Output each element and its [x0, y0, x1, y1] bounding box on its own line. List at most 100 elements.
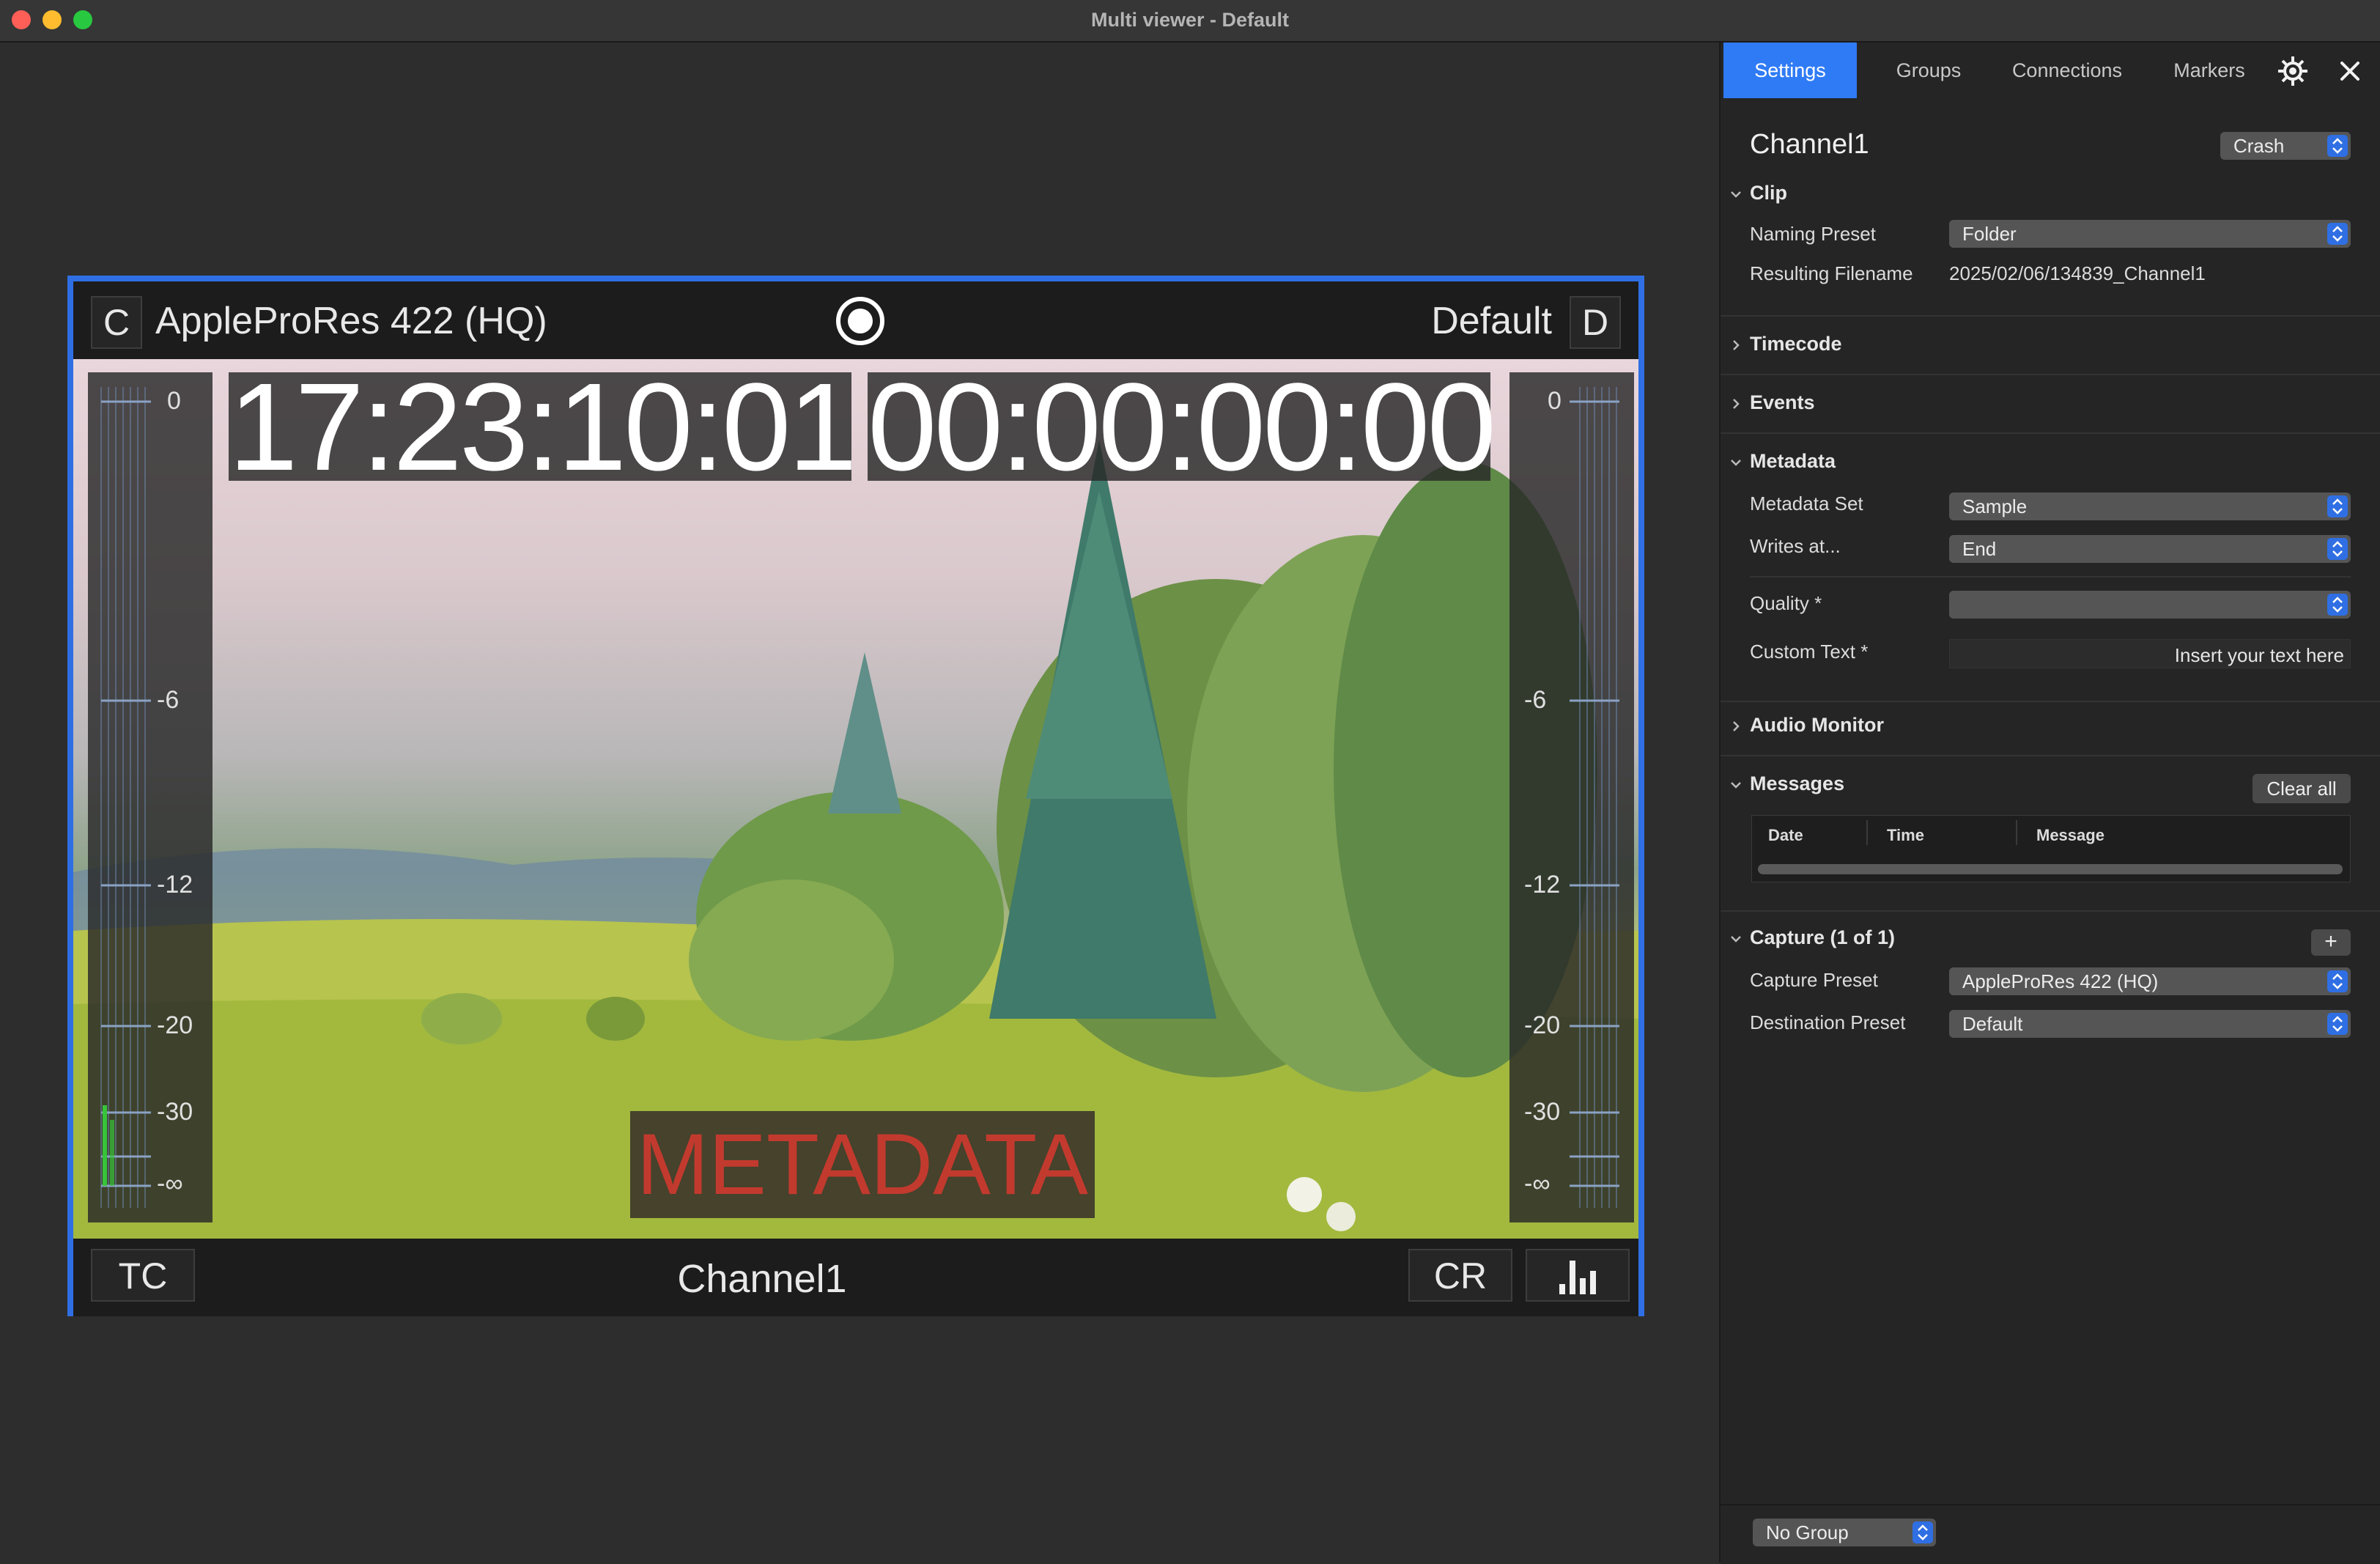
- gear-icon[interactable]: [2276, 54, 2310, 88]
- naming-preset-select[interactable]: Folder: [1949, 220, 2351, 248]
- naming-preset-value: Folder: [1962, 223, 2017, 245]
- meter-tick-label: -20: [1524, 1011, 1561, 1039]
- select-arrows-icon: [2327, 135, 2348, 157]
- custom-text-value: Insert your text here: [2174, 644, 2344, 666]
- audio-meter-button[interactable]: [1526, 1249, 1630, 1302]
- window-title: Multi viewer - Default: [1090, 9, 1290, 31]
- panel-tabs: Settings Groups Connections Markers: [1721, 43, 2380, 98]
- meter-tick-label: 0: [167, 387, 181, 415]
- tab-groups[interactable]: Groups: [1867, 43, 1990, 98]
- chevron-down-icon[interactable]: [1728, 454, 1744, 471]
- chevron-down-icon[interactable]: [1728, 186, 1744, 202]
- section-audio-monitor[interactable]: Audio Monitor: [1750, 714, 1884, 737]
- column-header-message[interactable]: Message: [2036, 826, 2104, 845]
- chevron-down-icon[interactable]: [1728, 931, 1744, 947]
- destination-name: Default: [1431, 300, 1552, 342]
- section-capture[interactable]: Capture (1 of 1): [1750, 926, 1895, 949]
- tab-connections[interactable]: Connections: [1990, 43, 2144, 98]
- writes-at-label: Writes at...: [1750, 535, 1841, 557]
- meter-tick-label: -30: [1524, 1098, 1561, 1126]
- resulting-filename-value: 2025/02/06/134839_Channel1: [1949, 262, 2206, 284]
- meter-tick-label: -30: [157, 1098, 193, 1126]
- metadata-overlay: METADATA: [630, 1111, 1095, 1218]
- meter-tick-label: -6: [157, 686, 180, 714]
- meter-tick-label: -12: [157, 871, 193, 899]
- section-events[interactable]: Events: [1750, 391, 1815, 414]
- audio-level-bar-left: [103, 1105, 107, 1186]
- destination-preset-value: Default: [1962, 1013, 2023, 1035]
- meter-tick-label: -20: [157, 1011, 193, 1039]
- bar-chart-icon: [1559, 1261, 1596, 1294]
- cr-button[interactable]: CR: [1408, 1249, 1512, 1302]
- divider: [1721, 432, 2380, 434]
- codec-indicator[interactable]: C: [91, 296, 142, 349]
- chevron-down-icon[interactable]: [1728, 777, 1744, 793]
- tab-markers[interactable]: Markers: [2144, 43, 2274, 98]
- monitor-header: C AppleProRes 422 (HQ) Default D: [73, 281, 1638, 359]
- timecode-display: 17:23:10:01: [229, 359, 857, 497]
- group-select-value: No Group: [1766, 1521, 1849, 1543]
- chevron-right-icon[interactable]: [1728, 396, 1744, 412]
- destination-preset-label: Destination Preset: [1750, 1011, 1906, 1033]
- select-arrows-icon: [2327, 594, 2348, 616]
- record-icon[interactable]: [834, 295, 887, 347]
- divider: [1721, 374, 2380, 375]
- clear-all-button[interactable]: Clear all: [2252, 774, 2351, 803]
- meter-tick-label: -12: [1524, 871, 1561, 899]
- metadata-set-select[interactable]: Sample: [1949, 493, 2351, 520]
- capture-preset-select[interactable]: AppleProRes 422 (HQ): [1949, 967, 2351, 995]
- meter-tick-label: 0: [1548, 387, 1562, 415]
- metadata-set-label: Metadata Set: [1750, 493, 1863, 514]
- tab-settings[interactable]: Settings: [1723, 43, 1857, 98]
- divider: [1721, 701, 2380, 702]
- select-arrows-icon: [2327, 970, 2348, 992]
- capture-preset-value: AppleProRes 422 (HQ): [1962, 970, 2159, 992]
- channel-name: Channel1: [677, 1257, 847, 1301]
- meter-scale-left: [100, 387, 151, 1208]
- custom-text-input[interactable]: Insert your text here: [1949, 639, 2351, 668]
- meter-tick-label: -∞: [157, 1170, 183, 1198]
- writes-at-value: End: [1962, 538, 1997, 560]
- messages-table[interactable]: Date Time Message: [1751, 815, 2351, 882]
- add-capture-button[interactable]: +: [2311, 929, 2351, 956]
- meter-tick-label: -∞: [1524, 1170, 1551, 1198]
- channel-monitor[interactable]: C AppleProRes 422 (HQ) Default D 0 -6 -1…: [67, 276, 1644, 1316]
- panel-footer: No Group: [1721, 1504, 2380, 1564]
- section-timecode[interactable]: Timecode: [1750, 333, 1842, 355]
- horizontal-scrollbar[interactable]: [1758, 864, 2343, 874]
- select-arrows-icon: [2327, 495, 2348, 517]
- group-select[interactable]: No Group: [1753, 1519, 1936, 1546]
- capture-preset-label: Capture Preset: [1750, 969, 1878, 991]
- select-arrows-icon: [2327, 538, 2348, 560]
- custom-text-label: Custom Text *: [1750, 641, 1869, 663]
- divider: [1721, 910, 2380, 912]
- divider: [1721, 755, 2380, 756]
- writes-at-select[interactable]: End: [1949, 535, 2351, 563]
- audio-meter-right: 0 -6 -12 -20 -30 -∞: [1509, 372, 1634, 1222]
- section-clip[interactable]: Clip: [1750, 182, 1787, 204]
- quality-label: Quality *: [1750, 592, 1822, 614]
- chevron-right-icon[interactable]: [1728, 337, 1744, 353]
- viewer-area: C AppleProRes 422 (HQ) Default D 0 -6 -1…: [0, 43, 1719, 1563]
- close-icon[interactable]: [2333, 54, 2367, 88]
- column-header-date[interactable]: Date: [1768, 826, 1803, 845]
- metadata-set-value: Sample: [1962, 495, 2028, 517]
- section-messages[interactable]: Messages: [1750, 772, 1844, 795]
- crash-select-value: Crash: [2233, 135, 2285, 157]
- chevron-right-icon[interactable]: [1728, 718, 1744, 734]
- destination-preset-select[interactable]: Default: [1949, 1010, 2351, 1038]
- column-header-time[interactable]: Time: [1887, 826, 1924, 845]
- select-arrows-icon: [2327, 223, 2348, 245]
- meter-scale-right: [1570, 387, 1619, 1208]
- column-divider: [2016, 820, 2017, 845]
- quality-select[interactable]: [1949, 591, 2351, 619]
- column-divider: [1866, 820, 1868, 845]
- channel-title: Channel1: [1750, 129, 1869, 160]
- divider: [1750, 576, 2351, 578]
- destination-indicator[interactable]: D: [1570, 296, 1621, 349]
- select-arrows-icon: [1912, 1521, 1933, 1543]
- crash-select[interactable]: Crash: [2220, 132, 2351, 160]
- section-metadata[interactable]: Metadata: [1750, 450, 1836, 473]
- title-bar: Multi viewer - Default: [0, 0, 2380, 43]
- duration-display: 00:00:00:00: [868, 359, 1496, 497]
